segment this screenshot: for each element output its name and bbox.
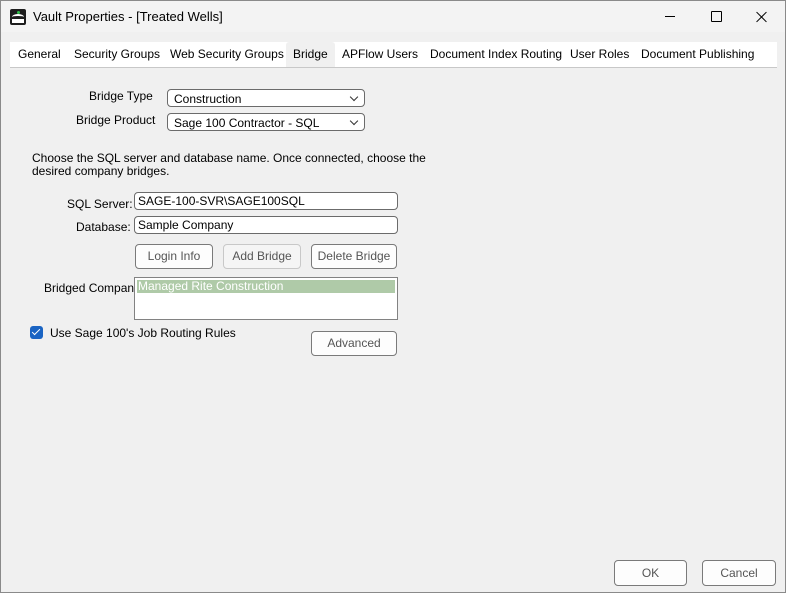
ok-button[interactable]: OK xyxy=(614,560,687,586)
close-icon xyxy=(756,11,768,23)
maximize-icon xyxy=(710,11,722,22)
bridge-product-select[interactable]: Sage 100 Contractor - SQL xyxy=(167,113,365,131)
window-title: Vault Properties - [Treated Wells] xyxy=(33,9,223,24)
cancel-button[interactable]: Cancel xyxy=(702,560,776,586)
database-label: Database: xyxy=(76,220,131,234)
tab-general[interactable]: General xyxy=(11,42,68,67)
tab-security-groups[interactable]: Security Groups xyxy=(67,42,167,67)
sql-server-input[interactable]: SAGE-100-SVR\SAGE100SQL xyxy=(134,192,398,210)
job-routing-checkbox-label[interactable]: Use Sage 100's Job Routing Rules xyxy=(50,326,236,340)
chevron-down-icon xyxy=(349,116,359,126)
delete-bridge-button[interactable]: Delete Bridge xyxy=(311,244,397,269)
list-item[interactable]: Managed Rite Construction xyxy=(137,280,395,293)
tab-web-security-groups[interactable]: Web Security Groups xyxy=(163,42,291,67)
minimize-icon xyxy=(665,16,675,17)
bridge-product-label: Bridge Product xyxy=(76,113,156,127)
chevron-down-icon xyxy=(349,92,359,102)
add-bridge-button[interactable]: Add Bridge xyxy=(223,244,301,269)
tab-document-index-routing[interactable]: Document Index Routing xyxy=(423,42,569,67)
instructions-line-1: Choose the SQL server and database name.… xyxy=(32,151,426,165)
advanced-button[interactable]: Advanced xyxy=(311,331,397,356)
job-routing-checkbox[interactable] xyxy=(30,326,43,339)
spc-app-icon xyxy=(10,9,26,25)
bridge-product-value: Sage 100 Contractor - SQL xyxy=(174,116,320,130)
vault-properties-dialog: Vault Properties - [Treated Wells] Gener… xyxy=(0,0,786,593)
minimize-button[interactable] xyxy=(647,1,693,32)
tab-user-roles[interactable]: User Roles xyxy=(563,42,636,67)
bridge-type-value: Construction xyxy=(174,92,242,106)
close-button[interactable] xyxy=(739,1,785,32)
tab-apflow-users[interactable]: APFlow Users xyxy=(335,42,425,67)
tab-strip: General Security Groups Web Security Gro… xyxy=(10,42,777,68)
bridge-type-select[interactable]: Construction xyxy=(167,89,365,107)
maximize-button[interactable] xyxy=(693,1,739,32)
checkmark-icon xyxy=(31,326,41,336)
bridged-company-list[interactable]: Managed Rite Construction xyxy=(134,277,398,320)
login-info-button[interactable]: Login Info xyxy=(135,244,213,269)
tab-document-publishing[interactable]: Document Publishing xyxy=(634,42,761,67)
tab-bridge[interactable]: Bridge xyxy=(286,42,335,67)
database-input[interactable]: Sample Company xyxy=(134,216,398,234)
instructions-line-2: desired company bridges. xyxy=(32,164,170,178)
title-bar[interactable]: Vault Properties - [Treated Wells] xyxy=(1,1,785,32)
sql-server-label: SQL Server: xyxy=(67,197,133,211)
bridged-company-label: Bridged Company: xyxy=(44,281,144,295)
bridge-type-label: Bridge Type xyxy=(89,89,153,103)
